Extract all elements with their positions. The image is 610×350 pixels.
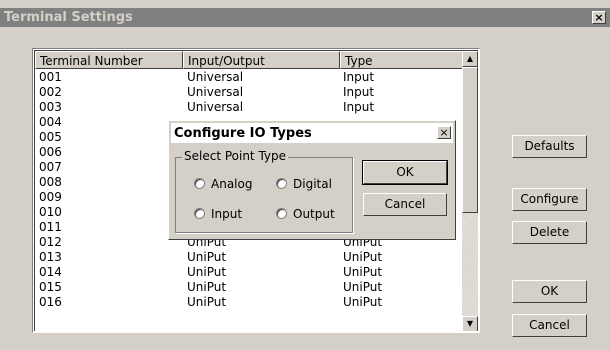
table-cell: UniPut [343,295,383,309]
title-bar: Terminal Settings × [0,8,610,27]
table-row[interactable]: 001 Universal Input [35,70,465,85]
close-button[interactable]: × [592,11,606,24]
table-cell: Input [343,100,375,114]
table-row[interactable]: 003 Universal Input [35,100,465,115]
table-cell: 002 [39,85,62,99]
table-row[interactable]: 015 UniPut UniPut [35,280,465,295]
table-cell: Input [343,70,375,84]
table-cell: 005 [39,130,62,144]
ok-button[interactable]: OK [512,280,587,303]
radio-circle-icon [194,208,205,219]
defaults-button[interactable]: Defaults [512,135,587,158]
table-cell: 006 [39,145,62,159]
table-row[interactable]: 013 UniPut UniPut [35,250,465,265]
scroll-down-button[interactable]: ▼ [462,316,478,331]
terminal-settings-window: Terminal Settings × Terminal Number Inpu… [0,0,610,350]
table-cell: UniPut [343,250,383,264]
dialog-ok-button[interactable]: OK [362,160,448,185]
radio-output[interactable]: Output [276,207,335,221]
dialog-title-bar: Configure IO Types × [171,123,453,143]
table-cell: 015 [39,280,62,294]
table-cell: UniPut [187,250,227,264]
table-cell: Universal [187,70,244,84]
radio-input-label: Input [211,207,243,221]
window-title: Terminal Settings [4,10,133,25]
scroll-thumb[interactable] [462,67,478,213]
radio-output-label: Output [293,207,335,221]
radio-digital[interactable]: Digital [276,177,332,191]
table-row[interactable]: 016 UniPut UniPut [35,295,465,310]
table-row[interactable]: 002 Universal Input [35,85,465,100]
point-type-group-label: Select Point Type [182,149,289,163]
table-cell: UniPut [187,265,227,279]
scroll-up-button[interactable]: ▲ [462,51,478,67]
vertical-scrollbar[interactable]: ▲ ▼ [462,51,478,331]
dialog-cancel-button[interactable]: Cancel [363,193,447,216]
radio-analog[interactable]: Analog [194,177,252,191]
point-type-group: Select Point Type Analog Digital Input O… [175,149,353,233]
configure-button[interactable]: Configure [512,188,587,211]
column-header-input-output[interactable]: Input/Output [183,51,340,69]
radio-input[interactable]: Input [194,207,242,221]
table-cell: 010 [39,205,62,219]
radio-circle-icon [194,178,205,189]
dialog-close-button[interactable]: × [437,126,451,139]
table-cell: 016 [39,295,62,309]
table-cell: 007 [39,160,62,174]
radio-analog-label: Analog [211,177,253,191]
table-cell: UniPut [187,295,227,309]
table-cell: 012 [39,235,62,249]
table-cell: Universal [187,100,244,114]
cancel-button[interactable]: Cancel [512,314,587,337]
close-icon: × [594,11,604,24]
table-cell: Universal [187,85,244,99]
close-icon: × [439,126,449,139]
table-cell: 011 [39,220,62,234]
radio-circle-icon [276,178,287,189]
configure-io-types-dialog: Configure IO Types × Select Point Type A… [168,120,456,240]
down-arrow-icon: ▼ [466,319,474,328]
table-cell: 014 [39,265,62,279]
table-cell: 008 [39,175,62,189]
table-cell: 001 [39,70,62,84]
radio-digital-label: Digital [293,177,332,191]
table-cell: 003 [39,100,62,114]
radio-circle-icon [276,208,287,219]
up-arrow-icon: ▲ [466,54,474,63]
table-cell: 009 [39,190,62,204]
table-cell: UniPut [343,280,383,294]
dialog-title: Configure IO Types [174,126,312,141]
table-cell: 004 [39,115,62,129]
list-header: Terminal Number Input/Output Type [35,51,465,69]
delete-button[interactable]: Delete [512,221,587,244]
table-cell: Input [343,85,375,99]
table-cell: UniPut [187,280,227,294]
table-cell: 013 [39,250,62,264]
table-row[interactable]: 014 UniPut UniPut [35,265,465,280]
column-header-type[interactable]: Type [340,51,465,69]
column-header-terminal-number[interactable]: Terminal Number [35,51,183,69]
table-cell: UniPut [343,265,383,279]
